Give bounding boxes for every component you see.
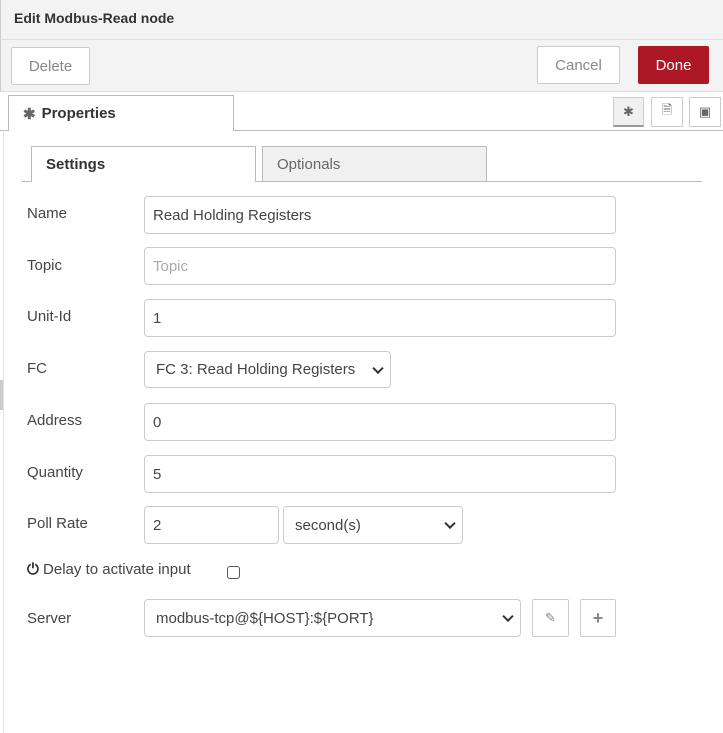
gear-icon: ✱ (23, 105, 36, 123)
left-border (3, 130, 4, 733)
tab-optionals[interactable]: Optionals (262, 146, 487, 181)
edit-server-button[interactable]: ✎ (532, 599, 569, 637)
poll-rate-input[interactable]: 2 (144, 506, 279, 544)
delay-label-text: Delay to activate input (43, 561, 191, 578)
quantity-label: Quantity (27, 464, 83, 481)
poll-rate-unit-value: second(s) (295, 516, 361, 534)
chevron-down-icon (502, 610, 514, 623)
unit-id-label: Unit-Id (27, 308, 72, 325)
delete-button[interactable]: Delete (11, 47, 90, 85)
chevron-down-icon (372, 362, 384, 374)
server-select[interactable]: modbus-tcp@${HOST}:${PORT} (144, 599, 521, 637)
dialog-header: Edit Modbus-Read node (0, 0, 723, 40)
delay-label: ⏻ Delay to activate input (27, 561, 191, 578)
description-icon[interactable]: 🗎 (651, 97, 683, 127)
unit-id-input[interactable]: 1 (144, 299, 616, 337)
chevron-down-icon (444, 517, 456, 530)
done-button[interactable]: Done (638, 46, 709, 84)
quantity-input[interactable]: 5 (144, 455, 616, 493)
tab-properties-label: Properties (41, 105, 116, 122)
fc-label: FC (27, 360, 47, 377)
topic-label: Topic (27, 257, 63, 274)
poll-rate-unit-select[interactable]: second(s) (283, 506, 463, 544)
server-value: modbus-tcp@${HOST}:${PORT} (156, 609, 374, 627)
pencil-icon: ✎ (545, 610, 556, 625)
name-input[interactable]: Read Holding Registers (144, 196, 616, 234)
tab-settings[interactable]: Settings (31, 146, 256, 182)
appearance-icon[interactable]: ▣ (689, 97, 721, 127)
add-server-button[interactable]: + (580, 599, 616, 637)
dialog-title: Edit Modbus-Read node (14, 10, 175, 26)
delay-checkbox[interactable] (227, 566, 240, 579)
poll-rate-label: Poll Rate (27, 515, 88, 532)
fc-select[interactable]: FC 3: Read Holding Registers (144, 351, 391, 388)
tab-properties[interactable]: ✱ Properties (8, 95, 234, 131)
address-label: Address (27, 412, 83, 429)
gear-icon[interactable]: ✱ (613, 97, 644, 127)
name-label: Name (27, 205, 68, 222)
fc-value: FC 3: Read Holding Registers (156, 361, 356, 378)
cancel-button[interactable]: Cancel (537, 46, 620, 84)
power-icon: ⏻ (27, 561, 39, 578)
address-input[interactable]: 0 (144, 403, 616, 441)
server-label: Server (27, 610, 72, 627)
topic-input[interactable]: Topic (144, 247, 616, 285)
plus-icon: + (592, 607, 604, 628)
